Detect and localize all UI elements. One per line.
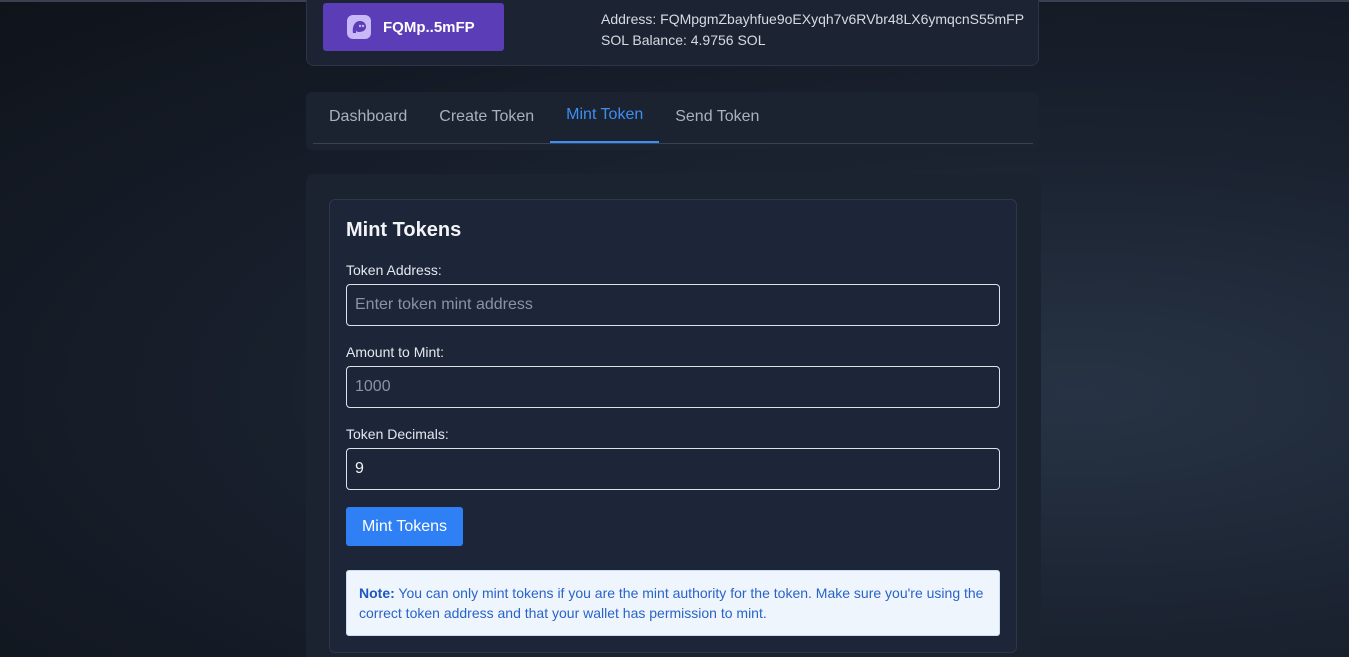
tab-dashboard[interactable]: Dashboard (313, 92, 423, 142)
wallet-button[interactable]: FQMp..5mFP (323, 3, 504, 51)
mint-form-card: Mint Tokens Token Address: Amount to Min… (329, 199, 1017, 653)
note-prefix: Note: (359, 585, 395, 601)
tab-bar: Dashboard Create Token Mint Token Send T… (306, 92, 1039, 150)
tab-mint-token[interactable]: Mint Token (550, 92, 660, 143)
token-address-label: Token Address: (346, 262, 442, 278)
wallet-info: Address: FQMpgmZbayhfue9oEXyqh7v6RVbr48L… (601, 9, 1024, 51)
wallet-address: Address: FQMpgmZbayhfue9oEXyqh7v6RVbr48L… (601, 11, 1025, 27)
mint-tokens-button[interactable]: Mint Tokens (346, 507, 463, 546)
tab-create-token[interactable]: Create Token (423, 92, 550, 142)
note-text: You can only mint tokens if you are the … (359, 585, 984, 621)
amount-label: Amount to Mint: (346, 344, 445, 360)
form-title: Mint Tokens (346, 219, 462, 241)
decimals-label: Token Decimals: (346, 426, 449, 442)
decimals-input[interactable] (346, 448, 1000, 490)
amount-input[interactable] (346, 366, 1000, 408)
ghost-icon (347, 15, 371, 39)
note-box: Note: You can only mint tokens if you ar… (346, 570, 1000, 636)
wallet-card: FQMp..5mFP Address: FQMpgmZbayhfue9oEXyq… (306, 0, 1039, 66)
token-address-input[interactable] (346, 284, 1000, 326)
tab-send-token[interactable]: Send Token (659, 92, 775, 142)
wallet-balance: SOL Balance: 4.9756 SOL (601, 32, 766, 48)
wallet-button-label: FQMp..5mFP (383, 18, 475, 36)
